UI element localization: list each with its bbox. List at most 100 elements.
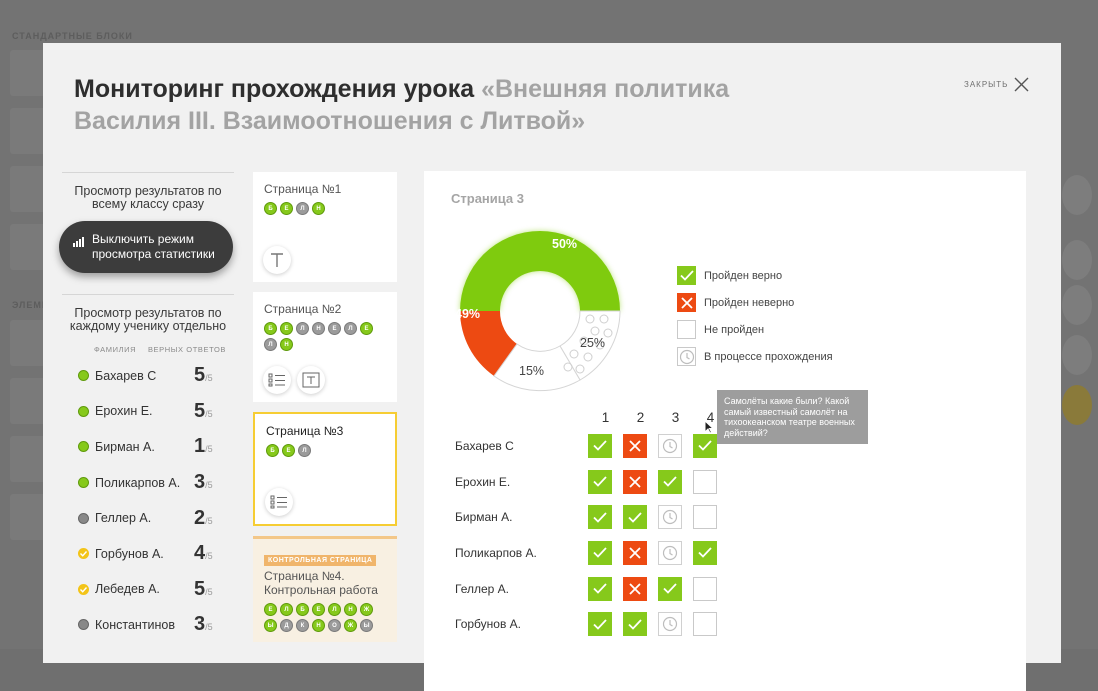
page-card[interactable]: Страница №3 Б Е Л	[253, 412, 397, 526]
answer-cell[interactable]	[623, 612, 647, 637]
student-name: Бахарев С	[95, 368, 157, 383]
student-name: Ерохин Е.	[95, 404, 153, 419]
answer-cell[interactable]	[693, 505, 717, 530]
list-block-button[interactable]	[263, 366, 291, 394]
student-chip[interactable]: Ж	[344, 619, 357, 632]
student-chip[interactable]: Е	[282, 444, 295, 457]
close-icon	[1014, 77, 1029, 92]
student-chip[interactable]: Л	[298, 444, 311, 457]
student-chip[interactable]: Л	[264, 338, 277, 351]
student-chip[interactable]: Н	[312, 202, 325, 215]
question-number[interactable]: 1	[588, 410, 623, 425]
student-chip[interactable]: Н	[344, 603, 357, 616]
student-chip[interactable]: Л	[296, 202, 309, 215]
student-chip[interactable]: Н	[312, 619, 325, 632]
block-tile[interactable]	[10, 50, 46, 96]
student-chip[interactable]: Б	[266, 444, 279, 457]
student-chip[interactable]: Е	[280, 322, 293, 335]
block-tile[interactable]	[10, 494, 46, 540]
answer-cell[interactable]	[658, 576, 682, 601]
block-tile[interactable]	[10, 166, 46, 212]
score-total: /5	[205, 515, 213, 526]
student-chip[interactable]: Е	[328, 322, 341, 335]
side-tool-button[interactable]	[1062, 175, 1092, 215]
student-row[interactable]: Бахарев С 5/5	[62, 358, 234, 394]
page-card[interactable]: Страница №1 Б Е Л Н	[253, 172, 397, 282]
answer-cell[interactable]	[623, 576, 647, 601]
student-row[interactable]: Поликарпов А. 3/5	[62, 465, 234, 501]
student-chip[interactable]: Л	[328, 603, 341, 616]
text-box-block-button[interactable]	[297, 366, 325, 394]
page-card[interactable]: КОНТРОЛЬНАЯ СТРАНИЦА Страница №4. Контрол…	[253, 536, 397, 642]
answer-cell[interactable]	[588, 433, 612, 458]
question-number[interactable]: 2	[623, 410, 658, 425]
answer-cell[interactable]	[658, 469, 682, 494]
side-tool-button[interactable]	[1062, 240, 1092, 280]
answer-cell[interactable]	[588, 469, 612, 494]
answer-cell[interactable]	[693, 576, 717, 601]
answer-cell[interactable]	[658, 540, 682, 565]
student-row[interactable]: Константинов 3/5	[62, 607, 234, 643]
answer-cell[interactable]	[658, 505, 682, 530]
legend-label: В процессе прохождения	[704, 350, 833, 363]
check-icon	[593, 583, 607, 594]
student-row[interactable]: Горбунов А. 4/5	[62, 536, 234, 572]
close-button[interactable]: ЗАКРЫТЬ	[964, 77, 1029, 92]
student-chip[interactable]: Ж	[360, 603, 373, 616]
toggle-statistics-button[interactable]: Выключить режим просмотра статистики	[59, 221, 233, 273]
score-total: /5	[205, 480, 213, 491]
student-chip[interactable]: Е	[360, 322, 373, 335]
student-row[interactable]: Ерохин Е. 5/5	[62, 394, 234, 430]
student-chip[interactable]: Е	[280, 202, 293, 215]
side-tool-button[interactable]	[1062, 385, 1092, 425]
student-chip[interactable]: О	[328, 619, 341, 632]
answer-cell[interactable]	[623, 540, 647, 565]
answer-cell[interactable]	[693, 433, 717, 458]
student-chip[interactable]: Б	[296, 603, 309, 616]
answer-cell[interactable]	[623, 469, 647, 494]
list-icon	[270, 495, 287, 509]
student-chip[interactable]: К	[296, 619, 309, 632]
answer-cell[interactable]	[588, 540, 612, 565]
student-chip[interactable]: Е	[312, 603, 325, 616]
student-chip[interactable]: Б	[264, 202, 277, 215]
answer-cell[interactable]	[588, 612, 612, 637]
student-chip[interactable]: Л	[344, 322, 357, 335]
block-tile[interactable]	[10, 436, 46, 482]
block-tile[interactable]	[10, 108, 46, 154]
answer-cell[interactable]	[693, 469, 717, 494]
page-card[interactable]: Страница №2 Б Е Л Н Е Л Е Л Н	[253, 292, 397, 402]
student-chip[interactable]: Ы	[264, 619, 277, 632]
text-block-button[interactable]	[263, 246, 291, 274]
block-tile[interactable]	[10, 320, 46, 366]
answer-cell[interactable]	[658, 612, 682, 637]
block-tile[interactable]	[10, 378, 46, 424]
student-chip[interactable]: Н	[312, 322, 325, 335]
side-tool-button[interactable]	[1062, 285, 1092, 325]
question-number[interactable]: 3	[658, 410, 693, 425]
student-chip[interactable]: Н	[280, 338, 293, 351]
student-chip[interactable]: Д	[280, 619, 293, 632]
answer-cell[interactable]	[693, 540, 717, 565]
answer-cell[interactable]	[693, 612, 717, 637]
student-chip[interactable]: Л	[280, 603, 293, 616]
list-block-button[interactable]	[265, 488, 293, 516]
block-tile[interactable]	[10, 224, 46, 270]
student-row[interactable]: Геллер А. 2/5	[62, 500, 234, 536]
student-chip[interactable]: Ы	[360, 619, 373, 632]
answer-cell[interactable]	[588, 576, 612, 601]
student-chip[interactable]: Б	[264, 322, 277, 335]
side-tool-button[interactable]	[1062, 335, 1092, 375]
check-icon	[593, 440, 607, 452]
answer-cell[interactable]	[623, 433, 647, 458]
student-row[interactable]: Лебедев А. 5/5	[62, 572, 234, 608]
student-chip[interactable]: Л	[296, 322, 309, 335]
student-chip[interactable]: Е	[264, 603, 277, 616]
clock-icon	[662, 510, 678, 525]
student-row[interactable]: Бирман А. 1/5	[62, 429, 234, 465]
answer-cell[interactable]	[623, 505, 647, 530]
answer-cell[interactable]	[588, 505, 612, 530]
student-score: 5/5	[194, 400, 234, 423]
answer-cell[interactable]	[658, 433, 682, 458]
check-icon	[628, 619, 642, 630]
